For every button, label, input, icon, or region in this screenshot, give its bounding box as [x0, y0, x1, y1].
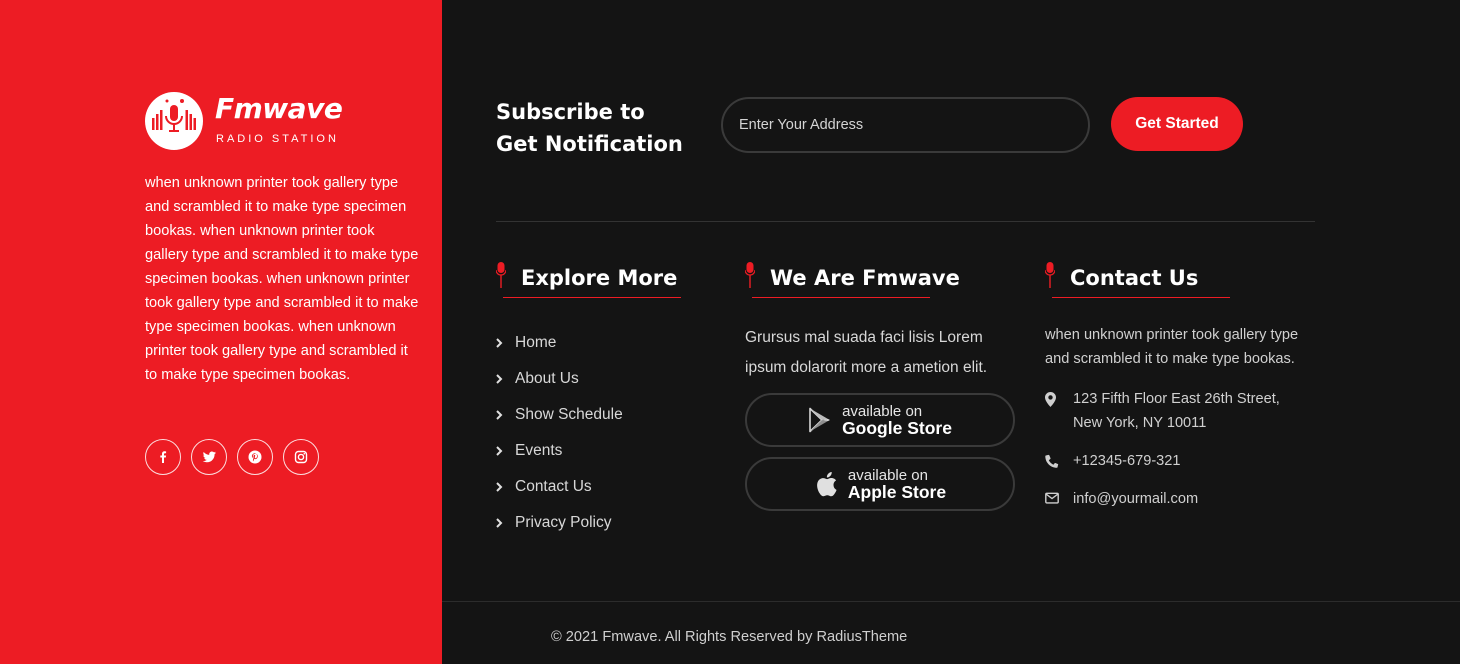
google-store-big: Google Store	[842, 418, 952, 438]
address-text: 123 Fifth Floor East 26th Street, New Yo…	[1073, 387, 1280, 435]
chevron-right-icon	[496, 338, 515, 348]
chevron-right-icon	[496, 446, 515, 456]
footer-link-show-schedule[interactable]: Show Schedule	[496, 397, 623, 433]
apple-icon	[817, 472, 837, 497]
footer-divider	[442, 601, 1460, 602]
footer-link-label: Show Schedule	[515, 406, 623, 423]
google-store-button[interactable]: available on Google Store	[745, 393, 1015, 447]
facebook-icon	[160, 451, 167, 463]
phone-icon	[1045, 449, 1073, 473]
divider	[496, 221, 1315, 222]
footer-link-contact-us[interactable]: Contact Us	[496, 469, 623, 505]
heading-underline	[503, 297, 681, 298]
about-heading-text: We Are Fmwave	[770, 266, 960, 290]
social-links	[145, 439, 319, 475]
pinterest-icon	[248, 450, 262, 464]
contact-email[interactable]: info@yourmail.com	[1045, 487, 1198, 511]
chevron-right-icon	[496, 374, 515, 384]
logo-mic-icon	[145, 92, 203, 150]
contact-heading: Contact Us	[1045, 262, 1245, 302]
contact-address: 123 Fifth Floor East 26th Street, New Yo…	[1045, 387, 1280, 435]
subscribe-title-line2: Get Notification	[496, 132, 683, 156]
chevron-right-icon	[496, 410, 515, 420]
map-pin-icon	[1045, 387, 1073, 435]
contact-phone[interactable]: +12345-679-321	[1045, 449, 1181, 473]
footer-link-label: Events	[515, 442, 563, 459]
footer-link-about-us[interactable]: About Us	[496, 361, 623, 397]
address-line1: 123 Fifth Floor East 26th Street,	[1073, 391, 1280, 407]
envelope-icon	[1045, 487, 1073, 511]
google-play-icon	[809, 407, 831, 433]
heading-underline	[1052, 297, 1230, 298]
footer-link-label: Home	[515, 334, 557, 351]
copyright-text: © 2021 Fmwave. All Rights Reserved by Ra…	[551, 629, 908, 645]
phone-text: +12345-679-321	[1073, 453, 1181, 469]
contact-description: when unknown printer took gallery type a…	[1045, 327, 1299, 367]
microphone-icon	[745, 262, 755, 288]
google-store-text: available on Google Store	[842, 403, 952, 437]
chevron-right-icon	[496, 482, 515, 492]
twitter-link[interactable]	[191, 439, 227, 475]
about-heading: We Are Fmwave	[745, 262, 965, 302]
subscribe-title-line1: Subscribe to	[496, 100, 645, 124]
address-line2: New York, NY 10011	[1073, 415, 1207, 431]
subscribe-title: Subscribe to Get Notification	[496, 96, 696, 160]
email-text: info@yourmail.com	[1073, 491, 1199, 507]
instagram-icon	[294, 450, 308, 464]
footer-link-privacy-policy[interactable]: Privacy Policy	[496, 505, 623, 541]
twitter-icon	[202, 451, 216, 463]
facebook-link[interactable]	[145, 439, 181, 475]
email-address-input[interactable]	[721, 97, 1090, 153]
brand-panel: Fmwave RADIO STATION when unknown printe…	[0, 0, 442, 664]
get-started-button[interactable]: Get Started	[1111, 97, 1243, 151]
brand-tagline: RADIO STATION	[216, 133, 339, 145]
explore-links: Home About Us Show Schedule Events Conta…	[496, 325, 623, 541]
brand-name: Fmwave	[215, 92, 343, 125]
apple-store-text: available on Apple Store	[848, 467, 946, 501]
explore-heading-text: Explore More	[521, 266, 678, 290]
microphone-icon	[496, 262, 506, 288]
heading-underline	[752, 297, 930, 298]
footer-link-label: Privacy Policy	[515, 514, 612, 531]
chevron-right-icon	[496, 518, 515, 528]
footer-link-events[interactable]: Events	[496, 433, 623, 469]
microphone-icon	[1045, 262, 1055, 288]
footer-link-label: Contact Us	[515, 478, 592, 495]
explore-heading: Explore More	[496, 262, 686, 302]
footer-link-label: About Us	[515, 370, 579, 387]
apple-store-big: Apple Store	[847, 482, 947, 502]
about-description: Grursus mal suada faci lisis Lorem ipsum…	[745, 329, 988, 376]
instagram-link[interactable]	[283, 439, 319, 475]
pinterest-link[interactable]	[237, 439, 273, 475]
brand-about-text: when unknown printer took gallery type a…	[145, 175, 419, 383]
contact-heading-text: Contact Us	[1070, 266, 1199, 290]
apple-store-button[interactable]: available on Apple Store	[745, 457, 1015, 511]
logo[interactable]: Fmwave RADIO STATION	[145, 92, 365, 152]
footer-link-home[interactable]: Home	[496, 325, 623, 361]
